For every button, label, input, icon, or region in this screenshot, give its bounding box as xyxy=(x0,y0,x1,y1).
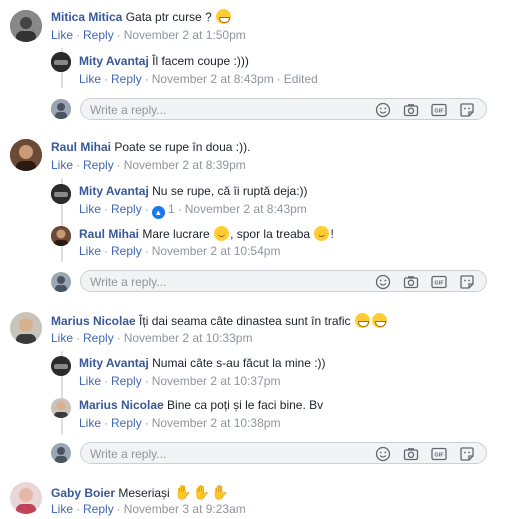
reply-text: Numai câte s-au făcut la mine :)) xyxy=(152,356,326,370)
avatar[interactable] xyxy=(51,184,71,204)
gif-icon[interactable]: GIF xyxy=(431,274,447,289)
reply-button[interactable]: Reply xyxy=(111,244,142,258)
reply-placeholder: Write a reply... xyxy=(90,447,167,461)
like-button[interactable]: Like xyxy=(79,374,101,388)
reply-input[interactable]: Write a reply... GIF xyxy=(80,98,487,120)
timestamp[interactable]: November 2 at 8:43pm xyxy=(152,72,274,86)
svg-text:GIF: GIF xyxy=(434,109,444,115)
reply-button[interactable]: Reply xyxy=(83,158,114,172)
like-button[interactable]: Like xyxy=(51,502,73,516)
reply-button[interactable]: Reply xyxy=(111,72,142,86)
camera-icon[interactable] xyxy=(403,102,419,117)
reply-button[interactable]: Reply xyxy=(83,28,114,42)
reply-author[interactable]: Mity Avantaj xyxy=(79,184,149,198)
comment-text: Meseriași xyxy=(118,486,170,500)
reply-button[interactable]: Reply xyxy=(111,202,142,216)
comment-raul: Raul Mihai Poate se rupe în doua :)). Li… xyxy=(0,132,516,300)
reply-button[interactable]: Reply xyxy=(111,374,142,388)
timestamp[interactable]: November 2 at 10:37pm xyxy=(152,374,281,388)
sticker-icon[interactable] xyxy=(459,274,475,289)
comment-author[interactable]: Raul Mihai xyxy=(51,140,111,154)
reply-author[interactable]: Marius Nicolae xyxy=(79,398,164,412)
emoji-icon[interactable] xyxy=(375,446,391,462)
reply-author[interactable]: Mity Avantaj xyxy=(79,54,149,68)
reaction-count[interactable]: 1 xyxy=(168,202,175,216)
avatar[interactable] xyxy=(10,482,42,514)
avatar[interactable] xyxy=(51,356,71,376)
reply-text-end: ! xyxy=(330,227,334,241)
thumbs-up-emoji-icon: ✋ xyxy=(210,484,229,500)
like-button[interactable]: Like xyxy=(51,28,73,42)
reply-placeholder: Write a reply... xyxy=(90,103,167,117)
like-button[interactable]: Like xyxy=(79,72,101,86)
reply-button[interactable]: Reply xyxy=(111,416,142,430)
reply-text: Mare lucrare xyxy=(142,227,210,241)
comment-author[interactable]: Marius Nicolae xyxy=(51,314,136,328)
reply-text: Bine ca poți și le faci bine. Bv xyxy=(167,398,324,412)
comment-text: Gata ptr curse ? xyxy=(125,10,212,24)
like-button[interactable]: Like xyxy=(51,158,73,172)
avatar xyxy=(51,272,71,292)
comment-gaby: Gaby Boier Meseriași ✋✋✋ Like · Reply · Nove… xyxy=(0,476,516,519)
avatar xyxy=(51,443,71,463)
svg-text:GIF: GIF xyxy=(434,281,444,287)
like-button[interactable]: Like xyxy=(79,202,101,216)
grin-emoji-icon xyxy=(216,9,232,24)
reply-author[interactable]: Mity Avantaj xyxy=(79,356,149,370)
avatar[interactable] xyxy=(51,52,71,72)
reply-placeholder: Write a reply... xyxy=(90,275,167,289)
thumbs-up-emoji-icon: ✋ xyxy=(192,484,210,500)
timestamp[interactable]: November 2 at 10:33pm xyxy=(124,331,253,345)
reply-input[interactable]: Write a reply... GIF xyxy=(80,270,487,292)
comment-author[interactable]: Mitica Mitica xyxy=(51,10,122,24)
timestamp[interactable]: November 3 at 9:23am xyxy=(124,502,246,516)
avatar xyxy=(51,99,71,119)
avatar[interactable] xyxy=(10,312,42,344)
like-button[interactable]: Like xyxy=(79,244,101,258)
edited-label[interactable]: Edited xyxy=(284,72,318,86)
grin-emoji-icon xyxy=(371,313,387,328)
comment-author[interactable]: Gaby Boier xyxy=(51,486,115,500)
like-button[interactable]: Like xyxy=(79,416,101,430)
camera-icon[interactable] xyxy=(403,446,419,461)
comment-text: Poate se rupe în doua :)). xyxy=(114,140,251,154)
thumbs-up-emoji-icon: ✋ xyxy=(174,484,192,500)
camera-icon[interactable] xyxy=(403,274,419,289)
like-button[interactable]: Like xyxy=(51,331,73,345)
reply-author[interactable]: Raul Mihai xyxy=(79,227,139,241)
emoji-icon[interactable] xyxy=(375,102,391,118)
wink-emoji-icon xyxy=(314,226,330,241)
reply-text: Nu se rupe, că îi ruptă deja:)) xyxy=(152,184,308,198)
avatar[interactable] xyxy=(51,226,71,246)
timestamp[interactable]: November 2 at 1:50pm xyxy=(124,28,246,42)
comment-text: Îți dai seama câte dinastea sunt în traf… xyxy=(139,314,351,328)
comment-mitica: Mitica Mitica Gata ptr curse ? Like · Repl… xyxy=(0,0,516,125)
sticker-icon[interactable] xyxy=(459,102,475,117)
comment-marius: Marius Nicolae Îți dai seama câte dinast… xyxy=(0,305,516,475)
gif-icon[interactable]: GIF xyxy=(431,446,447,461)
avatar[interactable] xyxy=(10,139,42,171)
grin-emoji-icon xyxy=(354,313,370,328)
reply-input[interactable]: Write a reply... GIF xyxy=(80,442,487,464)
avatar[interactable] xyxy=(10,10,42,42)
emoji-icon[interactable] xyxy=(375,274,391,290)
svg-text:GIF: GIF xyxy=(434,453,444,459)
avatar[interactable] xyxy=(51,398,71,418)
sticker-icon[interactable] xyxy=(459,446,475,461)
reply-button[interactable]: Reply xyxy=(83,331,114,345)
reply-text-cont: , spor la treaba xyxy=(230,227,311,241)
gif-icon[interactable]: GIF xyxy=(431,102,447,117)
timestamp[interactable]: November 2 at 8:39pm xyxy=(124,158,246,172)
smile-emoji-icon xyxy=(214,226,230,241)
timestamp[interactable]: November 2 at 10:38pm xyxy=(152,416,281,430)
reply-button[interactable]: Reply xyxy=(83,502,114,516)
reply-text: Îl facem coupe :))) xyxy=(152,54,249,68)
timestamp[interactable]: November 2 at 10:54pm xyxy=(152,244,281,258)
timestamp[interactable]: November 2 at 8:43pm xyxy=(185,202,307,216)
like-reaction-icon[interactable]: ▲ xyxy=(151,206,165,219)
